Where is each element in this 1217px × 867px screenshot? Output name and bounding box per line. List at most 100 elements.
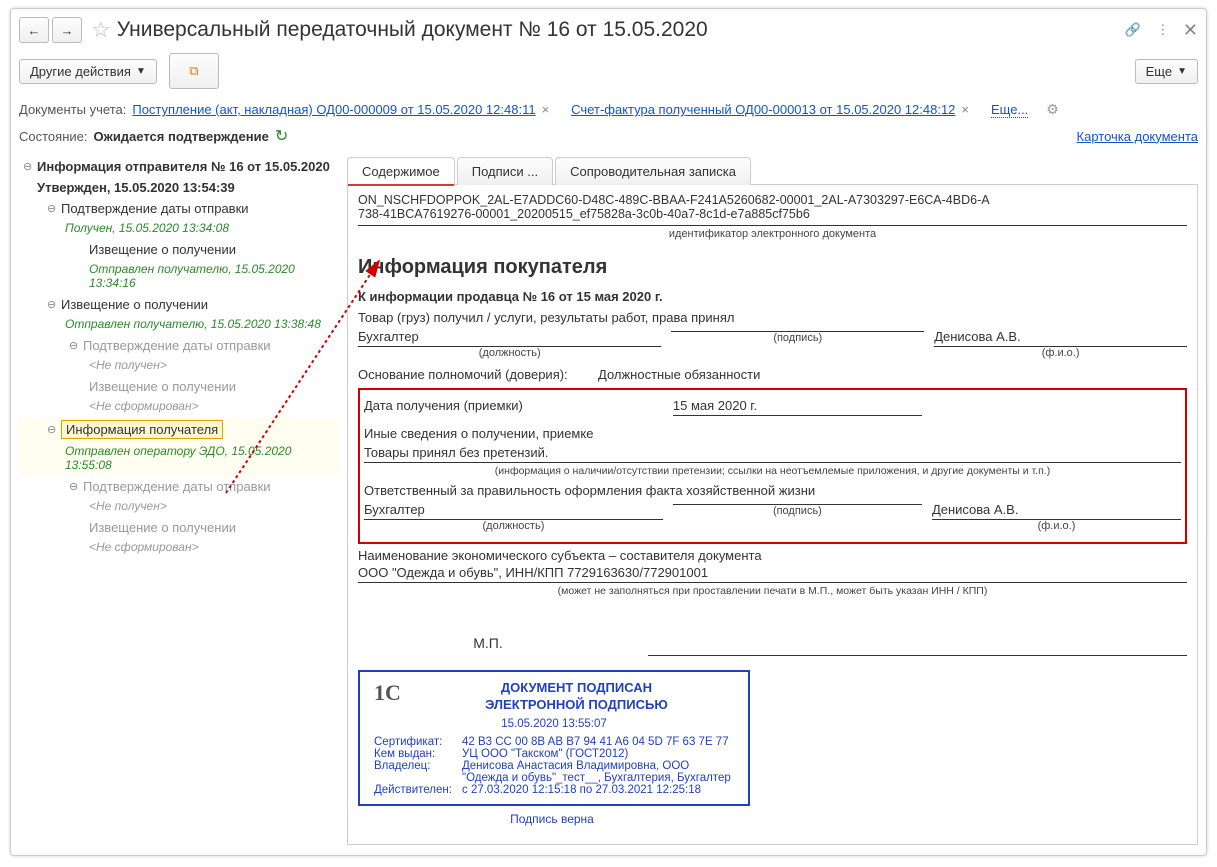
collapse-icon[interactable]: ⊖ (69, 339, 83, 352)
subject-label: Наименование экономического субъекта – с… (358, 548, 1187, 563)
sig-issued-v: УЦ ООО "Такском" (ГОСТ2012) (462, 748, 734, 760)
arrow-left-icon: ← (28, 23, 41, 38)
state-label: Состояние: (19, 129, 87, 144)
tree-node-label: Извещение о получении (89, 379, 236, 394)
tree-node-confirm-send-date-3a[interactable]: ⊖ Подтверждение даты отправки (19, 476, 339, 497)
tree-status: <Не получен> (19, 497, 339, 517)
section-subheading: К информации продавца № 16 от 15 мая 202… (358, 289, 1187, 304)
sig-cert-v: 42 B3 CC 00 8B AB B7 94 41 A6 04 5D 7F 6… (462, 736, 734, 748)
resp-fio-caption: (ф.и.о.) (932, 520, 1181, 532)
collapse-icon[interactable]: ⊖ (47, 423, 61, 436)
doc-link-1[interactable]: Поступление (акт, накладная) ОД00-000009… (132, 102, 535, 117)
tab-content[interactable]: Содержимое (347, 157, 455, 185)
tree-status: <Не сформирован> (19, 397, 339, 417)
docs-label: Документы учета: (19, 102, 126, 117)
other-actions-label: Другие действия (30, 64, 131, 79)
chevron-down-icon: ▼ (1177, 66, 1187, 77)
basis-value: Должностные обязанности (598, 367, 1187, 382)
tree-status: Отправлен получателю, 15.05.2020 13:34:1… (19, 260, 339, 294)
sig-valid-text: Подпись верна (358, 812, 746, 826)
tree-status: Отправлен оператору ЭДО, 15.05.2020 13:5… (19, 442, 339, 476)
date-recv-label: Дата получения (приемки) (364, 398, 663, 415)
tree-node-receipt-notice-2[interactable]: ⊖ Извещение о получении (19, 294, 339, 315)
favorite-star-icon[interactable]: ☆ (91, 17, 111, 43)
tree-node-buyer-info-selected[interactable]: ⊖ Информация получателя Отправлен операт… (19, 417, 339, 476)
doc-id-line1: ON_NSCHFDOPPOK_2AL-E7ADDC60-D48C-489C-BB… (358, 193, 1187, 207)
more-label: Еще (1146, 64, 1172, 79)
tree-node-label: Извещение о получении (89, 242, 236, 257)
tree-node-label: Подтверждение даты отправки (61, 201, 249, 216)
sig-date: 15.05.2020 13:55:07 (374, 718, 734, 730)
tree-node-receipt-notice-2b[interactable]: Извещение о получении (19, 376, 339, 397)
tree-node-receipt-notice-3b[interactable]: Извещение о получении (19, 517, 339, 538)
doc-id-caption: идентификатор электронного документа (358, 228, 1187, 240)
remove-doc-2-icon[interactable]: × (961, 102, 969, 117)
sig-title-1: ДОКУМЕНТ ПОДПИСАН (374, 680, 734, 695)
remove-doc-1-icon[interactable]: × (542, 102, 550, 117)
resp-position-value: Бухгалтер (364, 502, 663, 520)
other-info-value: Товары принял без претензий. (364, 445, 1181, 463)
tree-node-label: Подтверждение даты отправки (83, 338, 271, 353)
goods-line: Товар (груз) получил / услуги, результат… (358, 310, 1187, 325)
tree-root[interactable]: ⊖ Информация отправителя № 16 от 15.05.2… (19, 156, 339, 177)
field-signature-caption: (подпись) (671, 332, 924, 344)
field-fio-value: Денисова А.В. (934, 329, 1187, 347)
status-tree: ⊖ Информация отправителя № 16 от 15.05.2… (19, 156, 339, 845)
sig-owner-v: Денисова Анастасия Владимировна, ООО "Од… (462, 760, 734, 784)
tree-node-label: Извещение о получении (61, 297, 208, 312)
sig-cert-k: Сертификат: (374, 736, 462, 748)
collapse-icon[interactable]: ⊖ (69, 480, 83, 493)
collapse-icon[interactable]: ⊖ (47, 298, 61, 311)
other-actions-button[interactable]: Другие действия ▼ (19, 59, 157, 84)
tree-status: Получен, 15.05.2020 13:34:08 (19, 219, 339, 239)
tree-node-label: Информация получателя (61, 420, 223, 439)
tab-note[interactable]: Сопроводительная записка (555, 157, 751, 185)
resp-position-caption: (должность) (364, 520, 663, 532)
mp-label: М.П. (358, 615, 618, 651)
basis-label: Основание полномочий (доверия): (358, 367, 598, 382)
docs-more-link[interactable]: Еще... (991, 102, 1028, 118)
chevron-down-icon: ▼ (136, 66, 146, 77)
date-recv-value: 15 мая 2020 г. (673, 398, 922, 416)
tree-node-confirm-send-date[interactable]: ⊖ Подтверждение даты отправки (19, 198, 339, 219)
tab-signatures[interactable]: Подписи ... (457, 157, 553, 185)
tree-status: <Не получен> (19, 356, 339, 376)
more-button[interactable]: Еще ▼ (1135, 59, 1198, 84)
refresh-icon[interactable]: ↻ (275, 126, 288, 146)
section-heading: Информация покупателя (358, 256, 1187, 279)
tree-status: <Не сформирован> (19, 538, 339, 558)
doc-link-2[interactable]: Счет-фактура полученный ОД00-000013 от 1… (571, 102, 955, 117)
responsible-label: Ответственный за правильность оформления… (364, 483, 1181, 498)
kebab-menu-icon[interactable]: ⋮ (1153, 20, 1173, 40)
page-title: Универсальный передаточный документ № 16… (117, 18, 1123, 42)
highlight-box: Дата получения (приемки) 15 мая 2020 г. … (358, 388, 1187, 544)
gear-icon[interactable]: ⚙ (1046, 101, 1059, 118)
tree-node-label: Подтверждение даты отправки (83, 479, 271, 494)
tree-root-label: Информация отправителя № 16 от 15.05.202… (37, 159, 330, 174)
structure-icon-button[interactable]: ⧉ (169, 53, 219, 89)
logo-1c-icon: 1C (374, 680, 401, 706)
hierarchy-icon: ⧉ (189, 63, 198, 79)
resp-signature-caption: (подпись) (673, 505, 922, 517)
sig-title-2: ЭЛЕКТРОННОЙ ПОДПИСЬЮ (374, 697, 734, 712)
content-pane: ON_NSCHFDOPPOK_2AL-E7ADDC60-D48C-489C-BB… (347, 185, 1198, 845)
sig-owner-k: Владелец: (374, 760, 462, 784)
tree-status: Отправлен получателю, 15.05.2020 13:38:4… (19, 315, 339, 335)
resp-fio-value: Денисова А.В. (932, 502, 1181, 520)
tree-node-receipt-notice-1a[interactable]: Извещение о получении (19, 239, 339, 260)
field-fio-caption: (ф.и.о.) (934, 347, 1187, 359)
sig-valid-v: с 27.03.2020 12:15:18 по 27.03.2021 12:2… (462, 784, 734, 796)
nav-back-button[interactable]: ← (19, 17, 49, 43)
document-card-link[interactable]: Карточка документа (1077, 129, 1198, 144)
tree-node-confirm-send-date-2a[interactable]: ⊖ Подтверждение даты отправки (19, 335, 339, 356)
close-button[interactable]: ✕ (1183, 20, 1198, 41)
other-info-caption: (информация о наличии/отсутствии претенз… (364, 465, 1181, 477)
collapse-icon[interactable]: ⊖ (23, 160, 37, 173)
collapse-icon[interactable]: ⊖ (47, 202, 61, 215)
subject-value: ООО "Одежда и обувь", ИНН/КПП 7729163630… (358, 565, 1187, 583)
arrow-right-icon: → (61, 23, 74, 38)
nav-forward-button[interactable]: → (52, 17, 82, 43)
link-icon[interactable]: 🔗 (1123, 20, 1143, 40)
state-value: Ожидается подтверждение (93, 129, 268, 144)
sig-issued-k: Кем выдан: (374, 748, 462, 760)
